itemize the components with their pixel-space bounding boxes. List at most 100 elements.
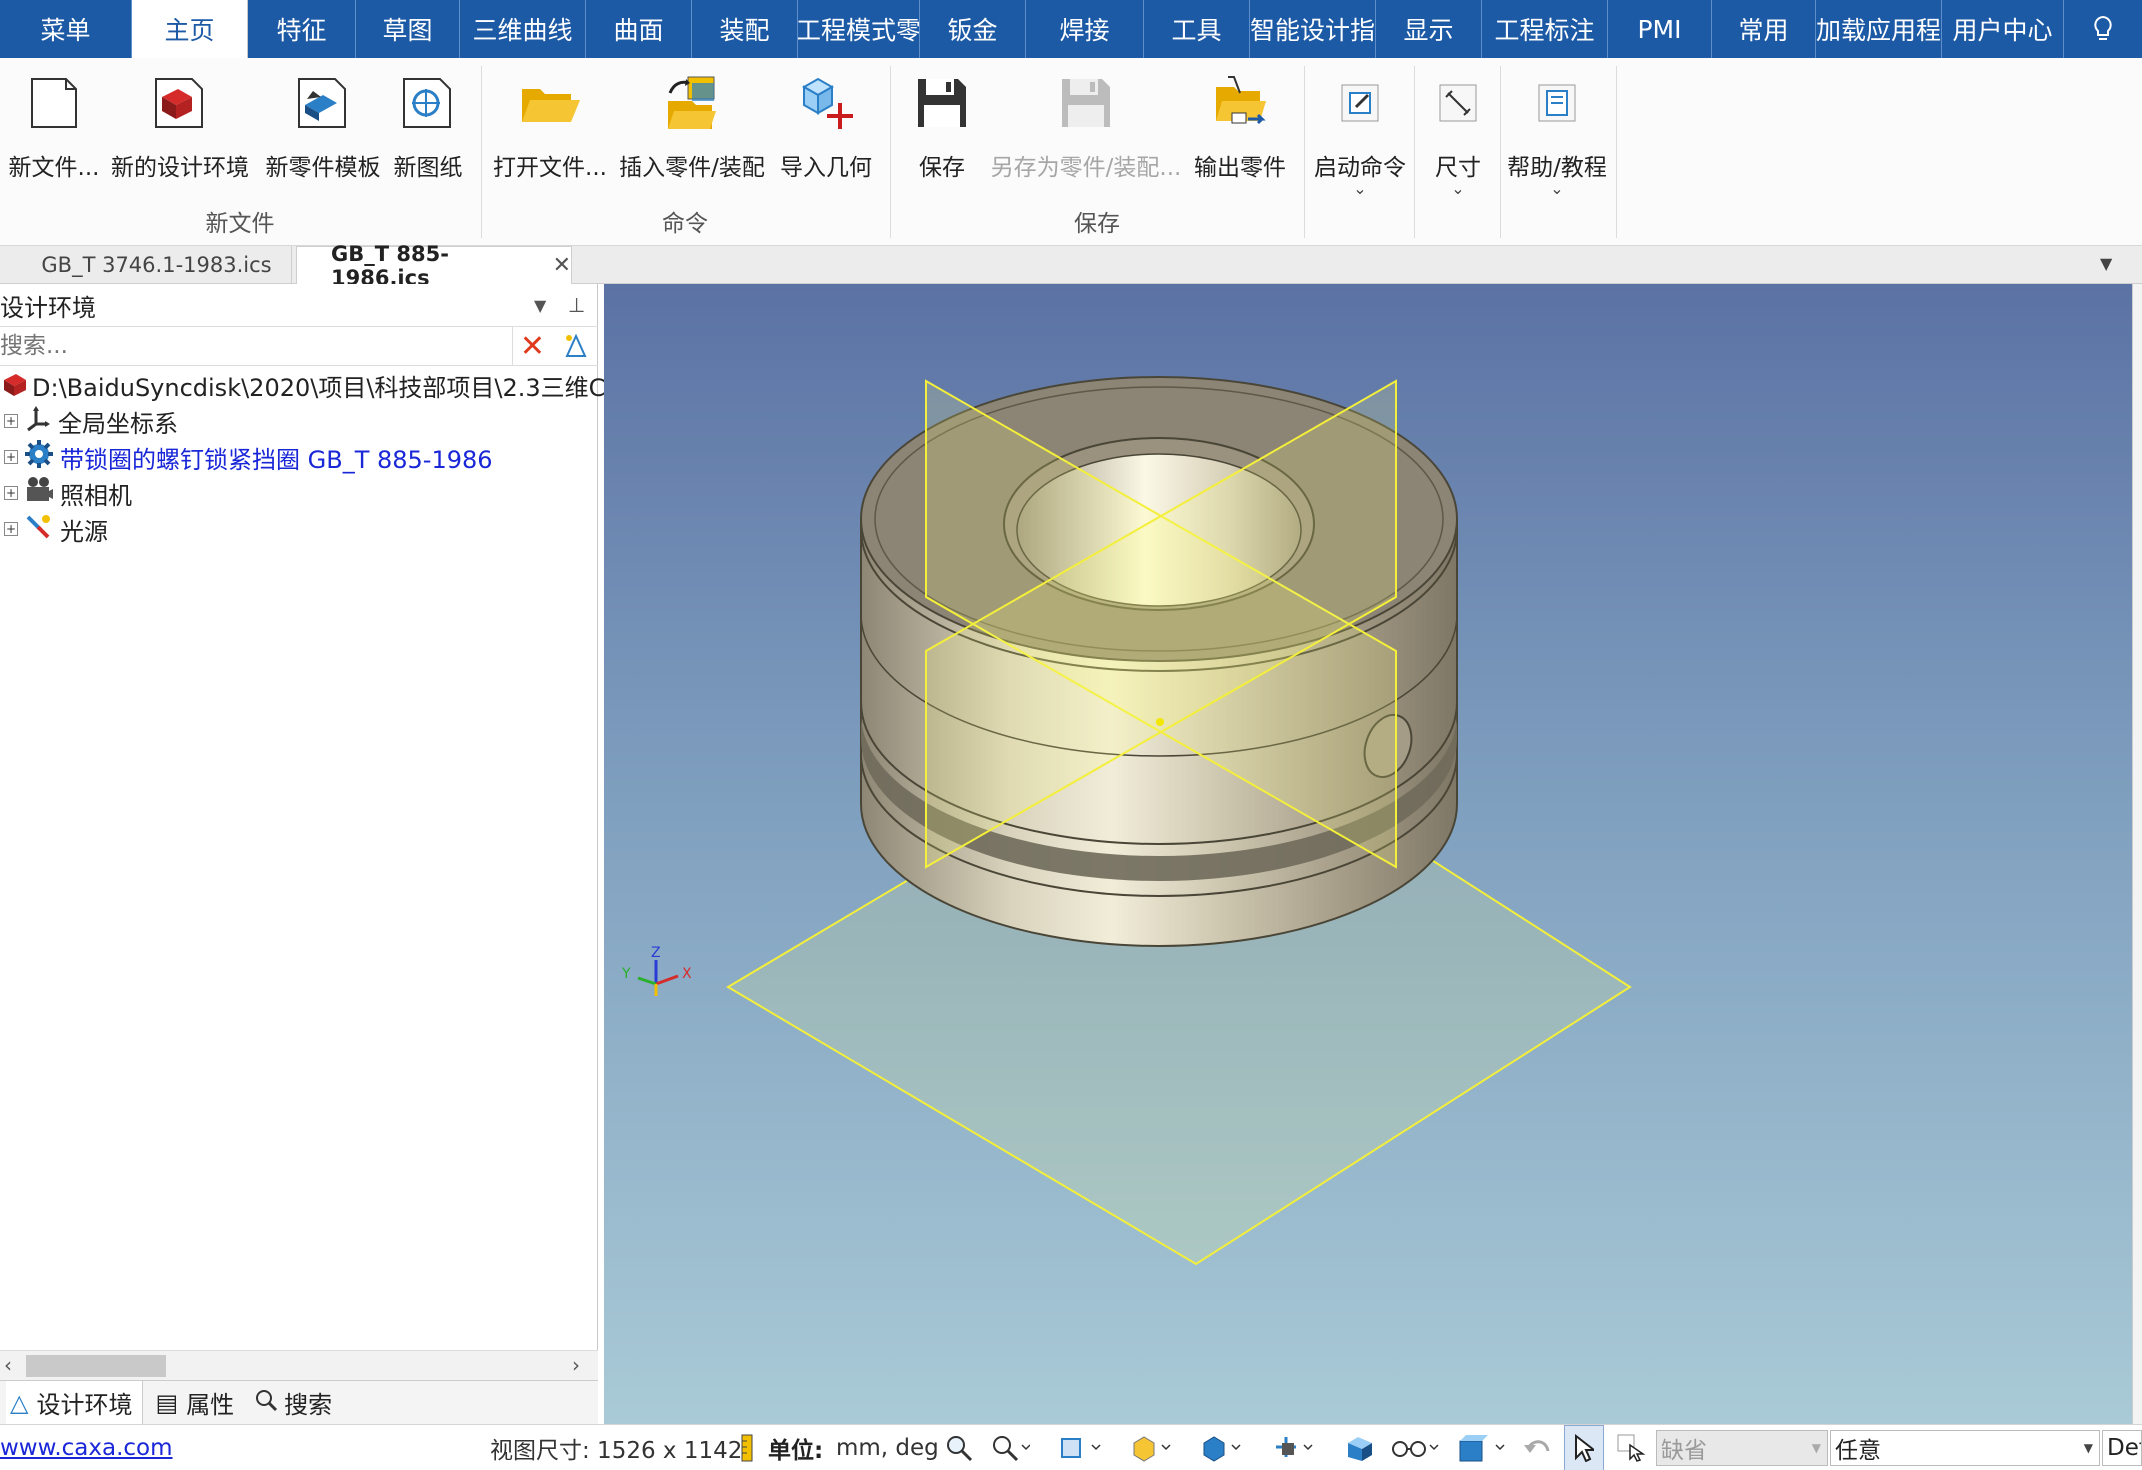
tree-item-camera[interactable]: + 照相机 [0, 476, 132, 510]
panel-title: 设计环境 [0, 293, 96, 322]
select-pointer-icon[interactable] [1564, 1425, 1604, 1470]
start-command-dropdown[interactable]: 启动命令 ⌄ [1308, 68, 1412, 198]
import-geometry-icon [791, 68, 861, 138]
tab-user-center[interactable]: 用户中心 [1942, 0, 2064, 58]
tab-home[interactable]: 主页 [132, 0, 248, 58]
group-label-command: 命令 [662, 211, 708, 237]
zoom-icon[interactable] [944, 1425, 974, 1470]
close-icon[interactable]: ✕ [553, 253, 571, 278]
ribbon-separator [1304, 66, 1305, 238]
tree-item-global-coordinates[interactable]: + 全局坐标系 [0, 404, 178, 438]
new-part-template-icon [288, 68, 358, 138]
glasses-icon[interactable] [1390, 1425, 1440, 1470]
group-label-save: 保存 [1074, 211, 1120, 237]
design-env-icon [0, 368, 28, 402]
tab-welding[interactable]: 焊接 [1026, 0, 1144, 58]
save-as-icon [1051, 68, 1121, 138]
chevron-down-icon: ▼ [1811, 1441, 1821, 1455]
axis-label-x: X [682, 966, 692, 982]
filter-any-select[interactable]: 任意 ▼ [1830, 1430, 2100, 1466]
tab-tools[interactable]: 工具 [1144, 0, 1250, 58]
new-file-button[interactable]: 新文件... [4, 68, 104, 198]
horizontal-scrollbar[interactable]: ‹ › [0, 1350, 598, 1380]
new-drawing-button[interactable]: 新图纸 [388, 68, 468, 198]
camera-icon [24, 475, 54, 511]
chevron-down-icon: ▼ [2083, 1441, 2093, 1455]
new-design-env-button[interactable]: 新的设计环境 [104, 68, 256, 198]
tab-display[interactable]: 显示 [1376, 0, 1482, 58]
filter-default-select[interactable]: 缺省 ▼ [1656, 1430, 1828, 1466]
display-mode-icon[interactable] [1130, 1425, 1174, 1470]
import-geometry-button[interactable]: 导入几何 [776, 68, 876, 198]
render-style-icon[interactable] [1200, 1425, 1244, 1470]
tree-search-input[interactable] [0, 329, 510, 363]
tab-sketch[interactable]: 草图 [356, 0, 460, 58]
expand-icon[interactable]: + [4, 414, 18, 428]
tab-assembly[interactable]: 装配 [692, 0, 798, 58]
box-view-icon[interactable] [1456, 1425, 1506, 1470]
new-part-template-button[interactable]: 新零件模板 [258, 68, 388, 198]
tab-annotation[interactable]: 工程标注 [1482, 0, 1608, 58]
dimension-icon [1423, 68, 1493, 138]
def-field[interactable]: Def [2102, 1430, 2142, 1466]
tab-list-dropdown-icon[interactable]: ▼ [2100, 254, 2112, 273]
panel-menu-chevron-icon[interactable]: ▼ [534, 296, 546, 315]
save-button[interactable]: 保存 [900, 68, 984, 198]
expand-icon[interactable]: + [4, 450, 18, 464]
right-edge-toolbar [2132, 284, 2142, 1424]
shaded-cube-icon[interactable] [1344, 1425, 1376, 1470]
bottom-tab-search[interactable]: 搜索 [254, 1385, 332, 1420]
tab-sheet-metal[interactable]: 钣金 [920, 0, 1026, 58]
gear-icon [24, 439, 54, 475]
caxa-link[interactable]: www.caxa.com [0, 1425, 173, 1470]
tree-item-light[interactable]: + 光源 [0, 512, 108, 546]
bottom-tab-design-env[interactable]: △ 设计环境 [6, 1380, 144, 1425]
pin-icon[interactable]: ⊥ [568, 293, 585, 317]
chevron-down-icon: ⌄ [1353, 179, 1367, 198]
help-tutorial-dropdown[interactable]: 帮助/教程 ⌄ [1504, 68, 1610, 198]
tab-features[interactable]: 特征 [248, 0, 356, 58]
tab-pmi[interactable]: PMI [1608, 0, 1712, 58]
ribbon: 新文件... 新的设计环境 新零件模板 新图纸 新文件 打开文件... 插入零件… [0, 58, 2142, 246]
export-part-button[interactable]: 输出零件 [1188, 68, 1292, 198]
insert-part-button[interactable]: 插入零件/装配 [612, 68, 772, 198]
3d-viewport[interactable]: Z X Y [604, 284, 2136, 1424]
scroll-right-icon[interactable]: › [572, 1353, 580, 1377]
filter-tree-icon[interactable] [556, 327, 596, 365]
tab-common[interactable]: 常用 [1712, 0, 1816, 58]
zoom-window-icon[interactable] [990, 1425, 1030, 1470]
axis-triad: Z X Y [621, 945, 692, 996]
dimension-dropdown[interactable]: 尺寸 ⌄ [1420, 68, 1496, 198]
section-view-icon[interactable] [1272, 1425, 1316, 1470]
folder-open-icon [515, 68, 585, 138]
doc-tab-gb-t-885[interactable]: GB_T 885-1986.ics ✕ [296, 242, 572, 290]
doc-tab-gb-t-3746[interactable]: GB_T 3746.1-1983.ics [22, 246, 292, 284]
start-command-icon [1325, 68, 1395, 138]
view-orientation-icon[interactable] [1060, 1425, 1104, 1470]
open-file-button[interactable]: 打开文件... [493, 68, 607, 198]
panel-bottom-tabs: △ 设计环境 ▤ 属性 搜索 [0, 1380, 598, 1425]
lightbulb-icon[interactable] [2064, 0, 2142, 58]
expand-icon[interactable]: + [4, 522, 18, 536]
document-tab-bar: GB_T 3746.1-1983.ics GB_T 885-1986.ics ✕… [0, 242, 2142, 290]
tree-root-item[interactable]: D:\BaiduSyncdisk\2020\项目\科技部项目\2.3三维CA [0, 368, 622, 402]
tab-3d-curve[interactable]: 三维曲线 [460, 0, 586, 58]
tab-engineering-mode[interactable]: 工程模式零 [798, 0, 920, 58]
ribbon-separator [1414, 66, 1415, 238]
tree-item-part[interactable]: + 带锁圈的螺钉锁紧挡圈 GB_T 885-1986 [0, 440, 493, 474]
expand-icon[interactable]: + [4, 486, 18, 500]
tab-surface[interactable]: 曲面 [586, 0, 692, 58]
clear-search-icon[interactable]: ✕ [512, 327, 552, 365]
select-filter-icon[interactable] [1616, 1425, 1646, 1470]
tree-icon: △ [10, 1388, 29, 1417]
tab-smart-design[interactable]: 智能设计指 [1250, 0, 1376, 58]
tab-addons[interactable]: 加载应用程 [1816, 0, 1942, 58]
tab-menu[interactable]: 菜单 [0, 0, 132, 58]
origin-point [1156, 718, 1164, 726]
scrollbar-thumb[interactable] [26, 1355, 166, 1377]
chevron-down-icon: ⌄ [1451, 179, 1465, 198]
unit-value[interactable]: mm, deg [836, 1425, 939, 1470]
scroll-left-icon[interactable]: ‹ [4, 1353, 12, 1377]
coordinate-system-icon [24, 404, 52, 438]
bottom-tab-properties[interactable]: ▤ 属性 [155, 1385, 234, 1420]
